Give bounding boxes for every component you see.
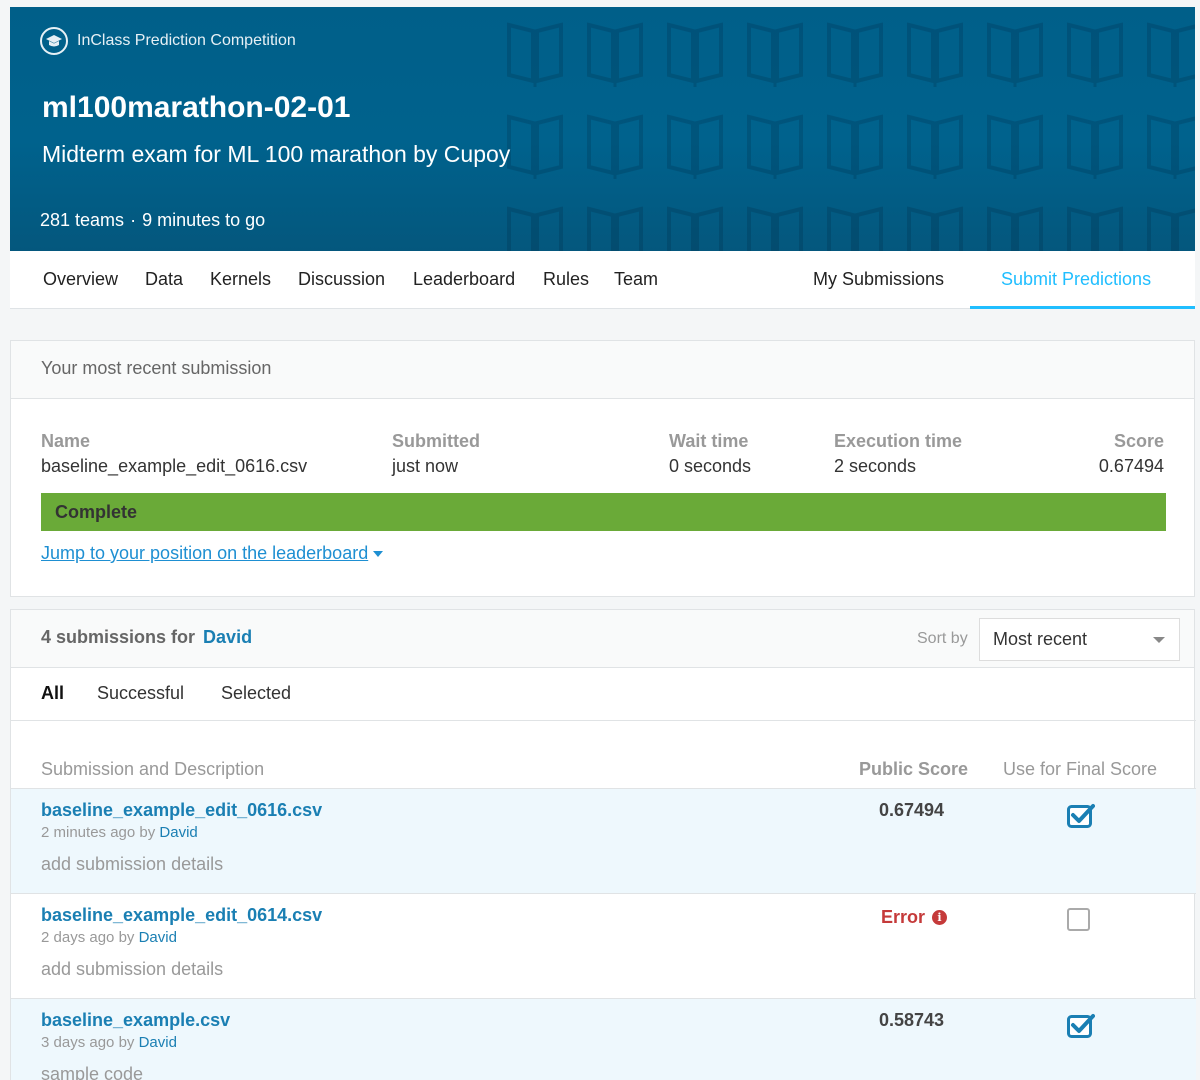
error-label: Error [881, 907, 926, 927]
chevron-down-icon [1153, 637, 1165, 643]
submitted-label: Submitted [392, 431, 480, 451]
checkbox-checked-icon [1067, 804, 1095, 828]
filter-selected[interactable]: Selected [221, 683, 291, 704]
submission-filters: All Successful Selected [11, 669, 1196, 721]
final-score-checkbox[interactable] [1067, 803, 1095, 828]
submission-by: by [139, 824, 156, 841]
wait-time-label: Wait time [669, 431, 749, 451]
submitted-value: just now [392, 456, 459, 476]
tab-submit-predictions[interactable]: Submit Predictions [1001, 269, 1151, 290]
competition-meta: 281 teams · 9 minutes to go [40, 210, 265, 231]
sort-select[interactable]: Most recent [979, 618, 1180, 661]
table-row: baseline_example_edit_0616.csv 2 minutes… [11, 789, 1196, 894]
filter-all[interactable]: All [41, 683, 64, 704]
filter-successful[interactable]: Successful [97, 683, 184, 704]
book-pattern [495, 7, 1195, 251]
public-score-error: Error i [881, 907, 948, 928]
competition-type-label: InClass Prediction Competition [77, 32, 296, 49]
submission-description[interactable]: add submission details [41, 959, 223, 980]
caret-down-icon [373, 551, 384, 558]
table-row: baseline_example_edit_0614.csv 2 days ag… [11, 894, 1196, 999]
submissions-header: 4 submissions for David Sort by Most rece… [11, 610, 1194, 668]
submission-count-label: 4 submissions for [41, 627, 196, 647]
sort-label: Sort by [917, 630, 968, 647]
info-icon[interactable]: i [932, 910, 948, 925]
status-bar: Complete [41, 493, 1166, 531]
sort-selected-value: Most recent [993, 629, 1088, 649]
submission-description[interactable]: sample code [41, 1064, 143, 1080]
submission-by: by [118, 929, 135, 946]
execution-time-label: Execution time [834, 431, 963, 451]
submissions-card: 4 submissions for David Sort by Most rece… [10, 609, 1196, 1080]
tab-kernels[interactable]: Kernels [210, 269, 271, 290]
recent-submission-card: Your most recent submission Name baselin… [10, 340, 1195, 597]
tab-team[interactable]: Team [614, 269, 658, 290]
competition-header: InClass Prediction Competition ml100mara… [10, 7, 1195, 251]
score-value: 0.67494 [1098, 456, 1164, 476]
submission-meta: 3 days ago by David [41, 1034, 177, 1051]
tab-leaderboard[interactable]: Leaderboard [413, 269, 515, 290]
public-score: 0.58743 [879, 1010, 945, 1030]
name-value: baseline_example_edit_0616.csv [41, 456, 308, 476]
public-score: 0.67494 [879, 800, 945, 820]
submission-file-link[interactable]: baseline_example_edit_0614.csv [41, 905, 322, 926]
submission-time: 2 days ago [41, 929, 115, 946]
column-public-score: Public Score [859, 759, 969, 779]
final-score-checkbox[interactable] [1067, 1013, 1095, 1038]
column-final-score: Use for Final Score [1003, 759, 1158, 779]
name-label: Name [41, 431, 91, 451]
wait-time-value: 0 seconds [669, 456, 752, 476]
recent-submission-title: Your most recent submission [41, 358, 272, 378]
time-remaining: 9 minutes to go [142, 210, 266, 230]
submission-by: by [118, 1034, 135, 1051]
submission-meta: 2 minutes ago by David [41, 824, 198, 841]
active-tab-indicator [970, 306, 1195, 309]
tab-discussion[interactable]: Discussion [298, 269, 385, 290]
team-count: 281 teams [40, 210, 125, 230]
submission-user-link[interactable]: David [159, 824, 197, 841]
tab-rules[interactable]: Rules [543, 269, 589, 290]
column-submission-description: Submission and Description [41, 759, 265, 779]
tab-data[interactable]: Data [145, 269, 183, 290]
status-text: Complete [55, 502, 138, 522]
tab-my-submissions[interactable]: My Submissions [813, 269, 944, 290]
competition-subtitle: Midterm exam for ML 100 marathon by Cupo… [42, 141, 511, 167]
execution-time-value: 2 seconds [834, 456, 917, 476]
submissions-table-header: Submission and Description Public Score … [11, 721, 1196, 789]
submission-count: 4 submissions for David [41, 627, 252, 648]
submission-time: 3 days ago [41, 1034, 115, 1051]
jump-to-leaderboard-link[interactable]: Jump to your position on the leaderboard [41, 543, 384, 564]
tab-overview[interactable]: Overview [43, 269, 118, 290]
submission-meta: 2 days ago by David [41, 929, 177, 946]
submission-time: 2 minutes ago [41, 824, 136, 841]
competition-type-badge: InClass Prediction Competition [40, 27, 296, 55]
jump-link-label: Jump to your position on the leaderboard [41, 543, 369, 563]
checkbox-checked-icon [1067, 1014, 1095, 1038]
competition-nav: Overview Data Kernels Discussion Leaderb… [10, 251, 1195, 309]
submission-file-link[interactable]: baseline_example_edit_0616.csv [41, 800, 322, 821]
meta-separator: · [130, 210, 137, 230]
competition-title: ml100marathon-02-01 [42, 91, 351, 124]
recent-submission-header: Your most recent submission [11, 341, 1194, 399]
submission-user-link[interactable]: David [139, 1034, 177, 1051]
graduation-cap-icon [40, 27, 68, 55]
table-row: baseline_example.csv 3 days ago by David… [11, 999, 1196, 1080]
submission-file-link[interactable]: baseline_example.csv [41, 1010, 230, 1031]
submission-description[interactable]: add submission details [41, 854, 223, 875]
score-label: Score [1113, 431, 1164, 451]
final-score-checkbox[interactable] [1067, 908, 1090, 931]
submission-user-link[interactable]: David [139, 929, 177, 946]
user-link[interactable]: David [203, 627, 252, 647]
